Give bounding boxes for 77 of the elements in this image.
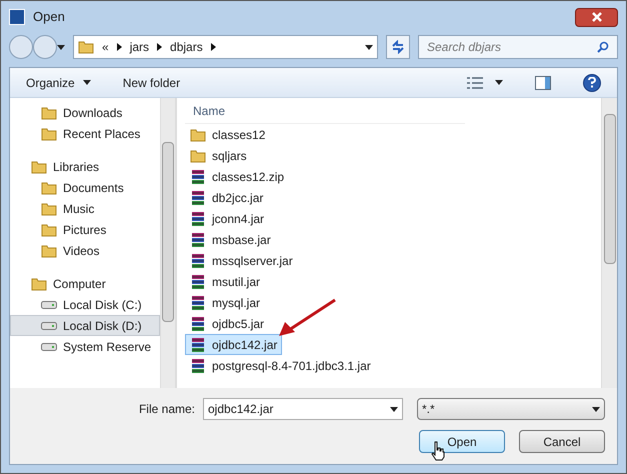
caret-icon <box>365 44 373 50</box>
file-item[interactable]: ojdbc5.jar <box>185 313 270 334</box>
archive-stack-icon <box>190 316 206 332</box>
hand-cursor-icon <box>430 441 446 461</box>
preview-pane-button[interactable] <box>535 76 551 90</box>
nav-item[interactable]: Videos <box>10 240 160 261</box>
close-button[interactable] <box>575 8 618 26</box>
drive-icon <box>41 342 57 352</box>
file-item[interactable]: mysql.jar <box>185 292 266 313</box>
file-item[interactable]: msbase.jar <box>185 229 276 250</box>
file-item[interactable]: ojdbc142.jar <box>185 334 282 355</box>
question-mark-icon <box>588 77 596 88</box>
refresh-icon <box>391 40 405 54</box>
close-icon <box>592 12 602 22</box>
caret-icon <box>82 80 91 85</box>
preview-pane-icon <box>535 76 551 90</box>
nav-item[interactable]: Pictures <box>10 219 160 240</box>
chevron-icon <box>210 43 216 51</box>
search-icon <box>597 41 609 53</box>
drive-icon <box>41 320 57 330</box>
nav-scrollbar[interactable] <box>160 98 176 388</box>
file-item[interactable]: mssqlserver.jar <box>185 250 298 271</box>
nav-item[interactable]: Local Disk (C:) <box>10 294 160 315</box>
caret-icon <box>592 406 600 412</box>
cancel-button[interactable]: Cancel <box>519 430 605 453</box>
file-item[interactable]: classes12 <box>185 124 270 145</box>
folder-icon <box>190 148 206 162</box>
archive-stack-icon <box>190 168 206 184</box>
breadcrumb[interactable]: jars <box>130 38 150 56</box>
archive-stack-icon <box>190 358 206 374</box>
folder-icon <box>78 40 94 54</box>
archive-stack-icon <box>190 336 206 352</box>
nav-item[interactable]: Downloads <box>10 102 160 123</box>
list-view-icon <box>467 76 483 88</box>
nav-item[interactable]: System Reserve <box>10 336 160 357</box>
file-name-field[interactable]: ojdbc142.jar <box>203 398 403 420</box>
nav-item[interactable]: Local Disk (D:) <box>10 315 160 336</box>
name-column-header[interactable]: Name <box>185 98 465 124</box>
file-type-dropdown[interactable]: *.* <box>417 398 605 420</box>
pointer-arrow-annotation <box>277 298 337 338</box>
archive-stack-icon <box>190 252 206 268</box>
nav-item[interactable]: Music <box>10 198 160 219</box>
caret-icon <box>390 406 398 412</box>
app-icon <box>9 9 25 25</box>
drive-icon <box>41 300 57 310</box>
archive-stack-icon <box>190 232 206 248</box>
archive-stack-icon <box>190 210 206 226</box>
nav-group[interactable]: Computer <box>10 273 160 294</box>
breadcrumb[interactable]: « <box>102 38 109 56</box>
nav-item[interactable]: Documents <box>10 177 160 198</box>
caret-icon <box>495 80 503 85</box>
archive-stack-icon <box>190 294 206 310</box>
view-options-button[interactable] <box>467 76 503 88</box>
file-item[interactable]: jconn4.jar <box>185 208 270 229</box>
nav-item[interactable]: Recent Places <box>10 123 160 144</box>
caret-icon <box>57 44 65 50</box>
archive-stack-icon <box>190 274 206 290</box>
file-item[interactable]: sqljars <box>185 145 252 166</box>
file-item[interactable]: classes12.zip <box>185 166 290 187</box>
file-item[interactable]: msutil.jar <box>185 271 266 292</box>
search-field[interactable]: Search dbjars <box>418 35 618 59</box>
archive-stack-icon <box>190 190 206 206</box>
chevron-icon <box>116 43 122 51</box>
list-scrollbar[interactable] <box>601 98 617 388</box>
folder-icon <box>190 128 206 142</box>
refresh-button[interactable] <box>386 35 410 59</box>
address-bar[interactable]: « jars dbjars <box>73 35 378 59</box>
breadcrumb[interactable]: dbjars <box>170 38 203 56</box>
file-item[interactable]: db2jcc.jar <box>185 187 268 208</box>
window-title: Open <box>33 8 65 26</box>
nav-group[interactable]: Libraries <box>10 156 160 177</box>
chevron-icon <box>157 43 162 51</box>
new-folder-button[interactable]: New folder <box>122 74 180 92</box>
file-item[interactable]: postgresql-8.4-701.jdbc3.1.jar <box>185 355 376 376</box>
help-button[interactable] <box>583 74 601 92</box>
organize-menu[interactable]: Organize <box>26 74 91 92</box>
file-name-label: File name: <box>138 401 195 418</box>
